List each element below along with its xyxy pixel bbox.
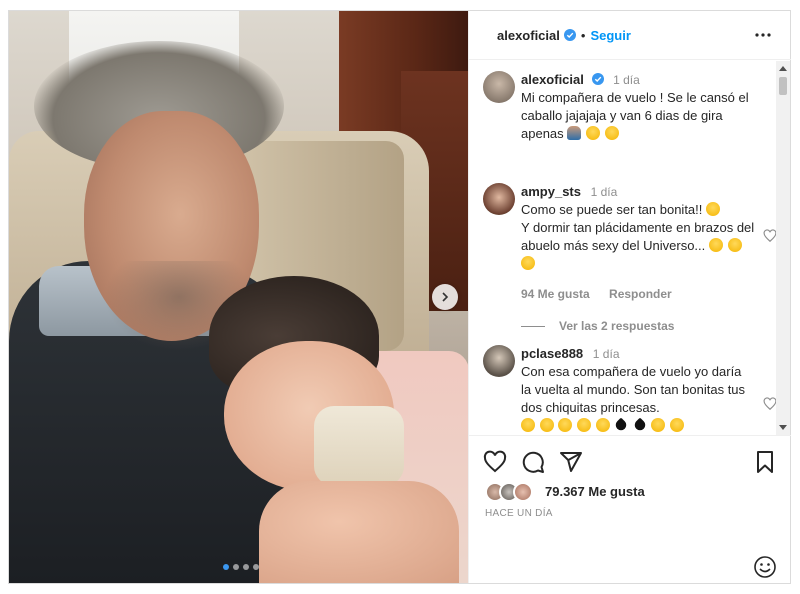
avatar: [513, 482, 533, 502]
avatar[interactable]: [483, 183, 515, 215]
caption-text: Mi compañera de vuelo ! Se le cansó el c…: [521, 90, 749, 141]
like-comment-icon[interactable]: [763, 397, 777, 411]
emoji-icon[interactable]: [753, 555, 777, 579]
post-actions: 79.367 Me gusta HACE UN DÍA: [469, 435, 791, 583]
comment-username[interactable]: pclase888: [521, 346, 583, 361]
reply-button[interactable]: Responder: [609, 287, 672, 301]
heart-eyes-emoji: [521, 256, 535, 270]
heart-eyes-emoji: [558, 418, 573, 432]
comment-time: 1 día: [592, 347, 620, 361]
caption-time: 1 día: [613, 73, 640, 87]
comments-scrollbar[interactable]: [776, 61, 790, 435]
header-separator: •: [580, 27, 586, 43]
save-icon[interactable]: [753, 450, 777, 474]
scroll-up-arrow[interactable]: [779, 66, 787, 71]
yum-emoji: [708, 238, 723, 252]
like-comment-icon[interactable]: [763, 229, 777, 243]
next-arrow-icon: [442, 292, 449, 302]
comment-time: 1 día: [590, 185, 618, 199]
black-heart-emoji: [632, 417, 648, 433]
likes-count[interactable]: 79.367 Me gusta: [545, 484, 645, 499]
comments-list[interactable]: alexoficial 1 día Mi compañera de vuelo …: [469, 61, 791, 435]
verified-icon: [563, 29, 576, 41]
carousel-dot: [243, 564, 249, 570]
scroll-thumb[interactable]: [779, 77, 787, 95]
yum-emoji: [670, 418, 684, 432]
post-modal: alexoficial • Seguir alexoficial 1 día M…: [8, 10, 791, 584]
avatar[interactable]: [483, 345, 515, 377]
verified-icon: [591, 73, 604, 85]
scroll-down-arrow[interactable]: [779, 425, 787, 430]
post-header: alexoficial • Seguir: [469, 11, 791, 60]
star-struck-emoji: [576, 418, 591, 432]
carousel-dot: [223, 564, 229, 570]
star-struck-emoji: [727, 238, 742, 252]
comment-text: Como se puede ser tan bonita!!: [521, 202, 703, 217]
heart-icon[interactable]: [483, 450, 507, 474]
post-sidebar: alexoficial • Seguir alexoficial 1 día M…: [468, 11, 791, 583]
laughing-emoji: [604, 126, 619, 140]
black-heart-emoji: [613, 417, 629, 433]
follow-button[interactable]: Seguir: [590, 28, 630, 43]
avatar[interactable]: [483, 71, 515, 103]
next-slide-button[interactable]: [432, 284, 458, 310]
yum-emoji: [651, 418, 666, 432]
heart-eyes-emoji: [539, 418, 554, 432]
laughing-emoji: [585, 126, 600, 140]
post-time: HACE UN DÍA: [485, 508, 553, 519]
carousel-dot: [253, 564, 259, 570]
post-photo[interactable]: [9, 11, 468, 583]
view-replies-button[interactable]: Ver las 2 respuestas: [521, 319, 674, 333]
author-username[interactable]: alexoficial: [497, 28, 560, 43]
comment-icon[interactable]: [521, 450, 545, 474]
liker-avatars: [485, 482, 533, 502]
caption-username[interactable]: alexoficial: [521, 72, 584, 87]
man-shrugging-emoji: [567, 126, 582, 140]
comment-text: Con esa compañera de vuelo yo daría la v…: [521, 364, 746, 415]
star-struck-emoji: [595, 418, 610, 432]
heart-eyes-emoji: [521, 418, 535, 432]
comment-likes[interactable]: 94 Me gusta: [521, 287, 590, 301]
carousel-dot: [233, 564, 239, 570]
more-options-button[interactable]: [753, 25, 773, 45]
view-replies-label: Ver las 2 respuestas: [559, 319, 675, 333]
carousel-dots: [223, 564, 259, 570]
comment-username[interactable]: ampy_sts: [521, 184, 581, 199]
heart-eyes-emoji: [706, 202, 721, 216]
more-icon: [755, 33, 771, 37]
share-icon[interactable]: [559, 450, 583, 474]
